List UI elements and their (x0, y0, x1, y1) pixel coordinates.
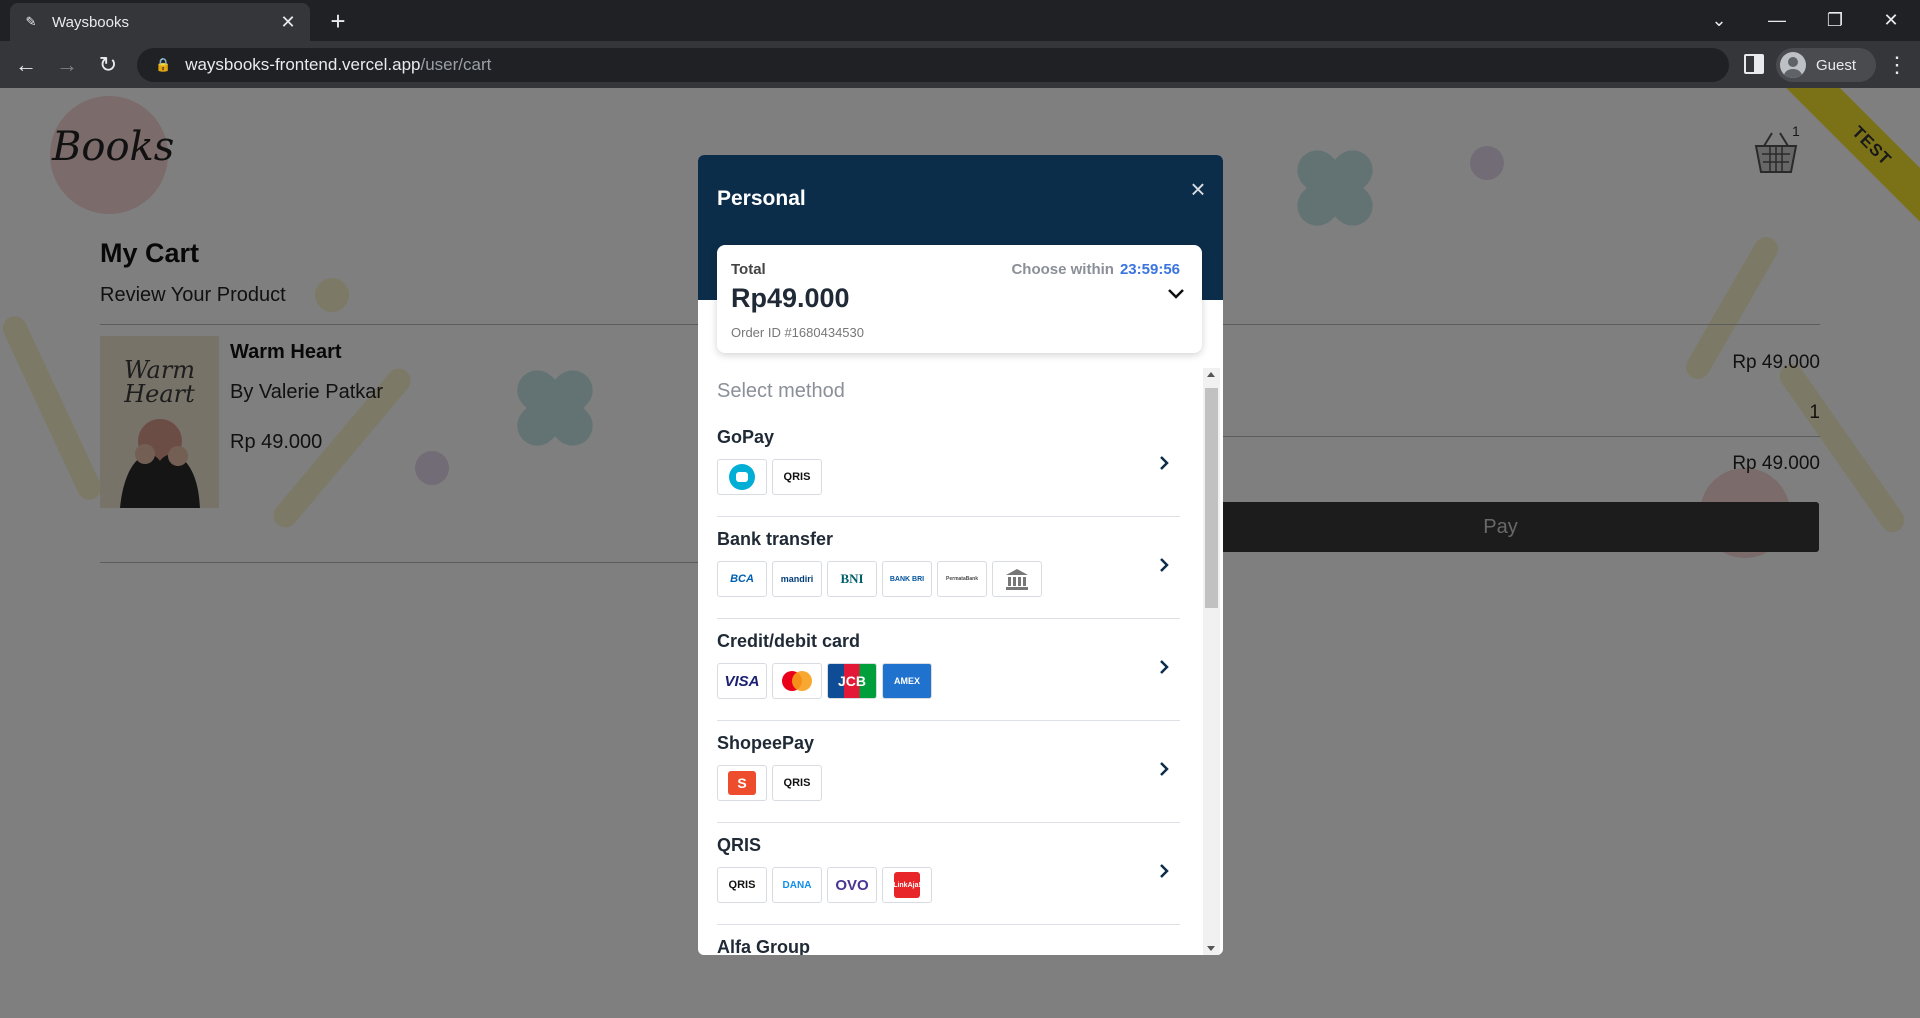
more-menu-icon[interactable]: ⋮ (1886, 51, 1908, 79)
tab-close-icon[interactable]: ✕ (278, 12, 298, 33)
chevron-down-icon[interactable] (1165, 283, 1187, 305)
bri-logo-icon: BANK BRI (882, 561, 932, 597)
side-panel-icon[interactable] (1744, 54, 1764, 74)
tab-title: Waysbooks (52, 13, 129, 31)
profile-button[interactable]: Guest (1776, 48, 1876, 82)
chevron-right-icon[interactable] (1155, 449, 1173, 477)
browser-tab-bar: ✎ Waysbooks ✕ + ⌄ — ❐ ✕ (0, 0, 1920, 41)
method-credit-card[interactable]: Credit/debit card VISA JCB AMEX (717, 619, 1180, 721)
scrollbar-thumb[interactable] (1205, 388, 1218, 608)
chevron-right-icon[interactable] (1155, 755, 1173, 783)
choose-within-text: Choose within (1011, 261, 1114, 278)
method-name: GoPay (717, 427, 775, 447)
scroll-down-arrow-icon[interactable] (1207, 946, 1215, 951)
select-method-label: Select method (717, 380, 845, 402)
lock-icon: 🔒 (155, 57, 172, 72)
bca-logo-icon: BCA (717, 561, 767, 597)
avatar (1780, 52, 1806, 78)
method-name: QRIS (717, 835, 762, 855)
linkaja-logo-icon: LinkAja! (882, 867, 932, 903)
bank-building-icon (992, 561, 1042, 597)
payment-method-list: Select method GoPay QRIS Bank transfer B… (717, 370, 1189, 955)
amex-logo-icon: AMEX (882, 663, 932, 699)
countdown-timer: 23:59:56 (1119, 261, 1180, 278)
ovo-logo-icon: OVO (827, 867, 877, 903)
method-qris[interactable]: QRIS QRIS DANA OVO LinkAja! (717, 823, 1180, 925)
profile-name: Guest (1816, 56, 1857, 74)
minimize-button[interactable]: — (1748, 0, 1806, 41)
browser-toolbar: ← → ↻ 🔒 waysbooks-frontend.vercel.app/us… (0, 41, 1920, 88)
url-path: /user/cart (420, 55, 492, 74)
back-arrow-icon[interactable]: ← (10, 49, 42, 81)
mandiri-logo-icon: mandiri (772, 561, 822, 597)
permata-logo-icon: PermataBank (937, 561, 987, 597)
restore-button[interactable]: ❐ (1806, 0, 1864, 41)
gopay-logo-icon (717, 459, 767, 495)
close-icon[interactable]: × (1184, 175, 1212, 203)
method-name: Alfa Group (717, 937, 810, 955)
new-tab-button[interactable]: + (324, 8, 352, 36)
dana-logo-icon: DANA (772, 867, 822, 903)
chevron-right-icon[interactable] (1155, 857, 1173, 885)
close-window-button[interactable]: ✕ (1862, 0, 1920, 41)
modal-title: Personal (717, 187, 806, 210)
total-amount: Rp49.000 (731, 283, 850, 313)
reload-icon[interactable]: ↻ (92, 49, 124, 81)
jcb-logo-icon: JCB (827, 663, 877, 699)
shopeepay-logo-icon: S (717, 765, 767, 801)
countdown-label: Choose within 23:59:56 (1011, 261, 1180, 278)
payment-modal: Personal × Total Choose within 23:59:56 R… (698, 155, 1223, 955)
qris-logo-icon: QRIS (772, 765, 822, 801)
chevron-right-icon[interactable] (1155, 551, 1173, 579)
total-card[interactable]: Total Choose within 23:59:56 Rp49.000 Ord… (717, 245, 1202, 353)
method-alfa-group[interactable]: Alfa Group (717, 925, 1180, 955)
total-label: Total (731, 261, 766, 278)
order-id: Order ID #1680434530 (731, 325, 864, 340)
mastercard-logo-icon (772, 663, 822, 699)
modal-scrollbar[interactable] (1203, 368, 1220, 955)
method-name: ShopeePay (717, 733, 815, 753)
tab-search-button[interactable]: ⌄ (1690, 0, 1748, 41)
forward-arrow-icon[interactable]: → (51, 49, 83, 81)
linkaja-text: LinkAja! (893, 872, 921, 898)
method-name: Credit/debit card (717, 631, 861, 651)
browser-tab[interactable]: ✎ Waysbooks ✕ (10, 3, 310, 41)
chevron-right-icon[interactable] (1155, 653, 1173, 681)
site-favicon-icon: ✎ (25, 14, 37, 29)
visa-logo-icon: VISA (717, 663, 767, 699)
scroll-up-arrow-icon[interactable] (1207, 372, 1215, 377)
bni-logo-icon: BNI (827, 561, 877, 597)
method-name: Bank transfer (717, 529, 834, 549)
qris-logo-icon: QRIS (717, 867, 767, 903)
method-gopay[interactable]: GoPay QRIS (717, 415, 1180, 517)
shopeepay-letter: S (728, 771, 756, 795)
method-shopeepay[interactable]: ShopeePay S QRIS (717, 721, 1180, 823)
qris-logo-icon: QRIS (772, 459, 822, 495)
method-bank-transfer[interactable]: Bank transfer BCA mandiri BNI BANK BRI P… (717, 517, 1180, 619)
url-host: waysbooks-frontend.vercel.app (185, 55, 421, 74)
address-bar[interactable]: 🔒 waysbooks-frontend.vercel.app/user/car… (137, 48, 1729, 82)
